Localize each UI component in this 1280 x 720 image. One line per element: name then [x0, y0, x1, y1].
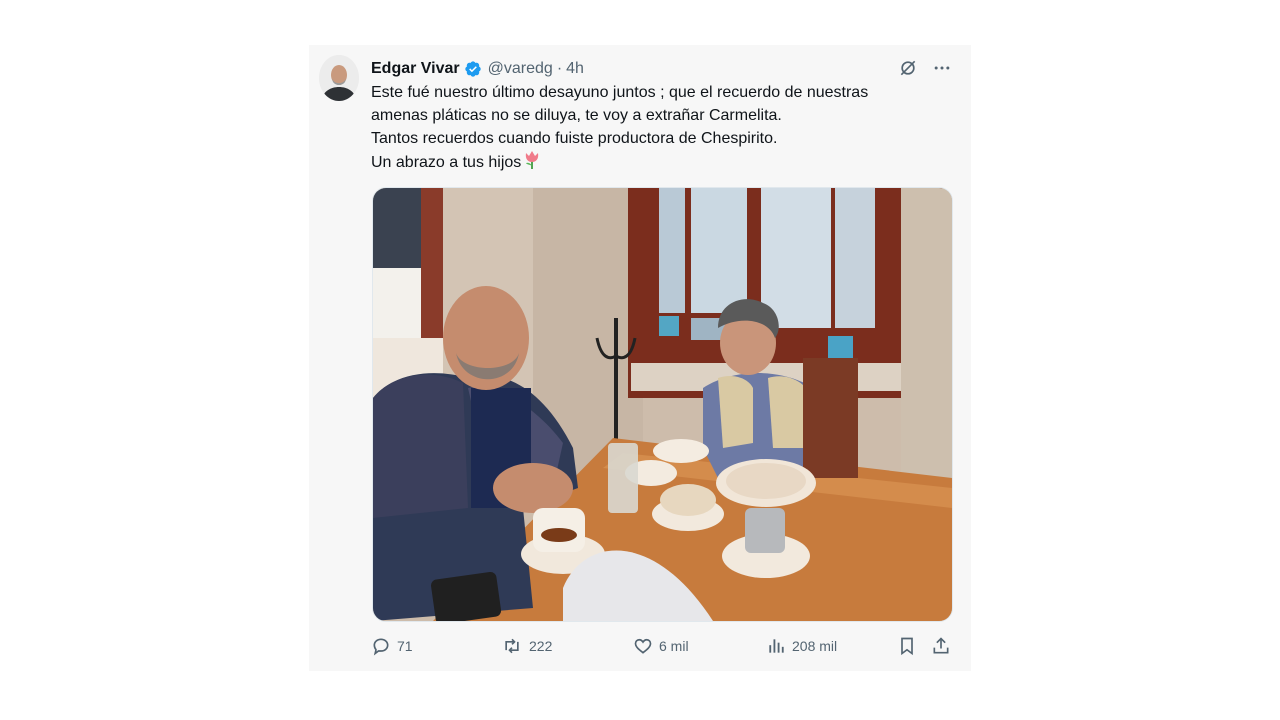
- author-handle[interactable]: @varedg: [488, 60, 553, 78]
- more-icon: [934, 66, 950, 70]
- tweet-text-line: Este fué nuestro último desayuno juntos …: [371, 84, 869, 101]
- verified-badge-icon: [464, 61, 481, 77]
- like-button[interactable]: 6 mil: [633, 634, 689, 658]
- tweet-text-line-last: Un abrazo a tus hijos: [371, 150, 951, 174]
- author-name[interactable]: Edgar Vivar: [371, 60, 460, 78]
- timestamp[interactable]: 4h: [566, 60, 584, 78]
- bookmark-icon: [901, 637, 913, 656]
- share-icon: [933, 637, 949, 654]
- tweet-text-line: Un abrazo a tus hijos: [371, 154, 522, 171]
- views-button[interactable]: 208 mil: [766, 634, 837, 658]
- tweet-actions: 71 222 6 mil 208 mil: [371, 634, 953, 658]
- tweet-text-line: Tantos recuerdos cuando fuiste productor…: [371, 130, 778, 147]
- like-count: 6 mil: [659, 638, 689, 654]
- tulip-emoji-icon: [526, 151, 539, 169]
- bookmark-button[interactable]: [897, 634, 917, 658]
- tweet-text-line: amenas pláticas no se diluya, te voy a e…: [371, 107, 782, 124]
- views-count: 208 mil: [792, 638, 838, 654]
- reply-icon: [373, 638, 389, 656]
- grok-icon: [900, 60, 916, 76]
- top-actions: [897, 57, 953, 79]
- share-button[interactable]: [931, 634, 951, 658]
- repost-icon: [505, 638, 519, 654]
- reply-count: 71: [397, 638, 413, 654]
- repost-count: 222: [529, 638, 553, 654]
- dot-separator: ·: [556, 60, 563, 77]
- reply-button[interactable]: 71: [371, 634, 413, 658]
- views-icon: [769, 639, 784, 653]
- tweet-text: Este fué nuestro último desayuno juntos …: [371, 81, 951, 174]
- repost-button[interactable]: 222: [501, 634, 552, 658]
- tweet-card[interactable]: Edgar Vivar @varedg · 4h Este fué nuestr…: [309, 45, 971, 671]
- like-icon: [634, 638, 652, 654]
- tweet-photo[interactable]: [372, 187, 953, 622]
- more-button[interactable]: [931, 57, 953, 79]
- avatar[interactable]: [319, 55, 359, 101]
- tweet-header: Edgar Vivar @varedg · 4h: [371, 58, 584, 80]
- grok-button[interactable]: [897, 57, 919, 79]
